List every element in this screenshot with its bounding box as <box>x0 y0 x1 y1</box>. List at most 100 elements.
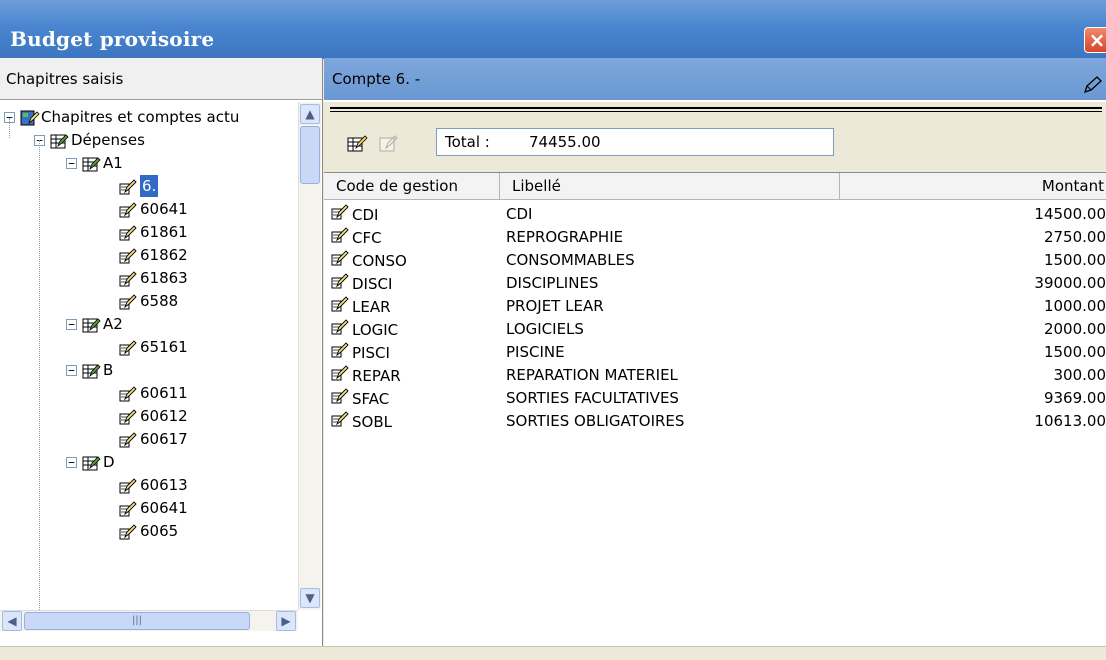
tree-node[interactable]: 6588 <box>118 290 178 312</box>
total-label: Total : <box>445 129 490 155</box>
tree-horizontal-scrollbar[interactable]: ◀ ||| ▶ <box>0 610 298 631</box>
title-bar: Budget provisoire × <box>0 0 1106 59</box>
tree-node[interactable]: −A2 <box>66 313 123 335</box>
status-strip <box>0 646 1106 660</box>
cell-montant: 1500.00 <box>1044 341 1106 364</box>
table-row[interactable]: SFAC SORTIES FACULTATIVES 9369.00 <box>324 387 1106 410</box>
chapter-folder-icon <box>81 316 99 332</box>
tree-node-label: 60613 <box>140 474 188 496</box>
tree-node-label: 60612 <box>140 405 188 427</box>
chapters-header: Chapitres saisis <box>0 58 322 100</box>
cell-montant: 14500.00 <box>1034 203 1106 226</box>
tree-vertical-scrollbar[interactable]: ▲ ▼ <box>298 102 321 610</box>
account-page-icon <box>118 270 136 286</box>
scroll-left-button[interactable]: ◀ <box>2 611 22 631</box>
table-row[interactable]: LEAR PROJET LEAR 1000.00 <box>324 295 1106 318</box>
collapse-toggle-icon[interactable]: − <box>66 457 77 468</box>
cell-code: LOGIC <box>330 318 398 343</box>
add-entry-icon[interactable] <box>346 134 368 158</box>
table-row[interactable]: DISCIDISCIPLINES39000.00 <box>324 272 1106 295</box>
tree-node[interactable]: 60612 <box>118 405 188 427</box>
cell-libelle: PISCINE <box>506 341 565 364</box>
scroll-up-button[interactable]: ▲ <box>300 104 320 124</box>
tree-node[interactable]: 60641 <box>118 497 188 519</box>
tree-node[interactable]: −Chapitres et comptes actu <box>4 106 239 128</box>
column-header-libelle[interactable]: Libellé <box>500 173 840 199</box>
table-row[interactable]: PISCI PISCINE 1500.00 <box>324 341 1106 364</box>
code-text: SOBL <box>352 411 392 434</box>
tree-node-label: D <box>103 451 115 473</box>
collapse-toggle-icon[interactable]: − <box>66 319 77 330</box>
tree-node[interactable]: −D <box>66 451 115 473</box>
cell-code: CFC <box>330 226 382 251</box>
edit-entry-icon[interactable] <box>378 134 400 158</box>
tree-node[interactable]: 6. <box>118 175 158 197</box>
code-text: REPAR <box>352 365 401 388</box>
tree-node[interactable]: 60611 <box>118 382 188 404</box>
tree-node[interactable]: −B <box>66 359 113 381</box>
column-header-montant[interactable]: Montant <box>840 173 1106 199</box>
tree-node-label: 6065 <box>140 520 178 542</box>
tree-node[interactable]: − A1 <box>66 152 123 174</box>
tree-node[interactable]: −Dépenses <box>34 129 145 151</box>
tree-node-label: 6. <box>140 175 158 197</box>
tree-node-label: Dépenses <box>71 129 145 151</box>
tree-node[interactable]: 60641 <box>118 198 188 220</box>
account-page-icon <box>330 203 350 228</box>
code-text: CFC <box>352 227 382 250</box>
account-page-icon <box>330 249 350 274</box>
cell-libelle: PROJET LEAR <box>506 295 604 318</box>
cell-montant: 9369.00 <box>1044 387 1106 410</box>
cell-code: SFAC <box>330 387 389 412</box>
tree-node[interactable]: 65161 <box>118 336 188 358</box>
account-page-icon <box>118 523 136 539</box>
tree-node-label: A1 <box>103 152 123 174</box>
tree-node[interactable]: 60617 <box>118 428 188 450</box>
collapse-toggle-icon[interactable]: − <box>66 158 77 169</box>
table-row[interactable]: REPARREPARATION MATERIEL300.00 <box>324 364 1106 387</box>
account-page-icon <box>118 385 136 401</box>
cell-code: CONSO <box>330 249 407 274</box>
cell-libelle: CONSOMMABLES <box>506 249 635 272</box>
account-page-icon <box>118 247 136 263</box>
scroll-down-button[interactable]: ▼ <box>300 588 320 608</box>
account-page-icon <box>118 500 136 516</box>
cell-code: LEAR <box>330 295 391 320</box>
account-pane: Compte 6. - Total : 74455.00 <box>324 58 1106 646</box>
account-page-icon <box>330 295 350 320</box>
code-text: SFAC <box>352 388 389 411</box>
close-button[interactable]: × <box>1084 27 1106 53</box>
cell-montant: 39000.00 <box>1034 272 1106 295</box>
tree-node[interactable]: 61863 <box>118 267 188 289</box>
splitter[interactable] <box>324 102 1106 119</box>
tree-node-label: 6588 <box>140 290 178 312</box>
tree-node[interactable]: 61862 <box>118 244 188 266</box>
tree-node[interactable]: 61861 <box>118 221 188 243</box>
table-row[interactable]: CDICDI14500.00 <box>324 203 1106 226</box>
account-page-icon <box>330 364 350 389</box>
scroll-thumb[interactable] <box>300 126 320 184</box>
table-row[interactable]: CONSOCONSOMMABLES1500.00 <box>324 249 1106 272</box>
cell-montant: 1000.00 <box>1044 295 1106 318</box>
account-page-icon <box>118 201 136 217</box>
tree-node-label: 60641 <box>140 198 188 220</box>
collapse-toggle-icon[interactable]: − <box>66 365 77 376</box>
cell-libelle: REPARATION MATERIEL <box>506 364 678 387</box>
cell-code: PISCI <box>330 341 390 366</box>
table-row[interactable]: SOBLSORTIES OBLIGATOIRES10613.00 <box>324 410 1106 433</box>
account-page-icon <box>330 318 350 343</box>
cell-libelle: SORTIES FACULTATIVES <box>506 387 679 410</box>
column-header-code[interactable]: Code de gestion <box>324 173 500 199</box>
account-page-icon <box>118 178 136 194</box>
scroll-right-button[interactable]: ▶ <box>276 611 296 631</box>
table-row[interactable]: LOGICLOGICIELS2000.00 <box>324 318 1106 341</box>
code-text: DISCI <box>352 273 392 296</box>
cell-montant: 10613.00 <box>1034 410 1106 433</box>
chapters-tree: −Chapitres et comptes actu−Dépenses−A16.… <box>0 102 298 610</box>
cell-code: SOBL <box>330 410 392 435</box>
chapter-folder-icon <box>81 362 99 378</box>
hscroll-thumb[interactable]: ||| <box>24 612 250 630</box>
table-row[interactable]: CFCREPROGRAPHIE2750.00 <box>324 226 1106 249</box>
tree-node[interactable]: 60613 <box>118 474 188 496</box>
tree-node[interactable]: 6065 <box>118 520 178 542</box>
